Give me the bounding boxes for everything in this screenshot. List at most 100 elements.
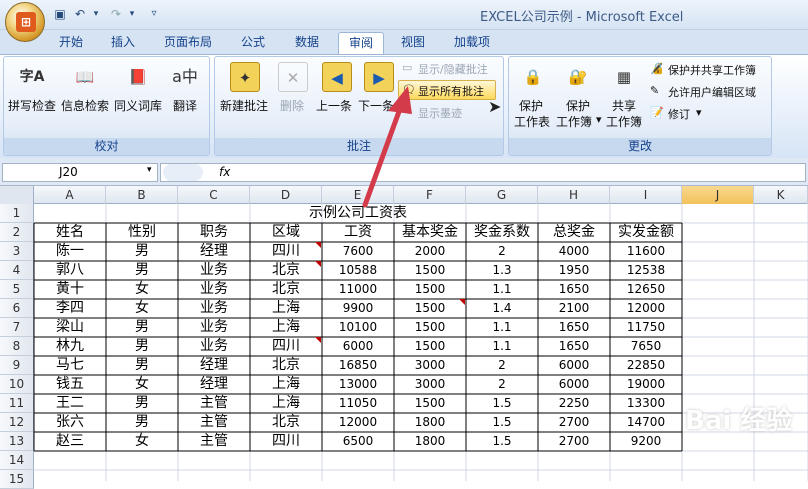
table-cell[interactable]: 梁山 [34,318,106,337]
table-cell[interactable]: 陈一 [34,242,106,261]
table-cell[interactable]: 1.5 [466,413,538,432]
table-cell[interactable]: 19000 [610,375,682,394]
comment-marker[interactable] [315,261,321,267]
table-cell[interactable]: 3000 [394,375,466,394]
table-cell[interactable]: 业务 [178,318,250,337]
table-cell[interactable]: 10588 [322,261,394,280]
table-cell[interactable]: 主管 [178,432,250,451]
table-cell[interactable]: 经理 [178,242,250,261]
table-cell[interactable]: 2 [466,242,538,261]
table-cell[interactable]: 北京 [250,280,322,299]
table-header-cell[interactable]: 基本奖金 [394,223,466,242]
table-header-cell[interactable]: 奖金系数 [466,223,538,242]
table-cell[interactable]: 男 [106,337,178,356]
table-cell[interactable]: 1800 [394,413,466,432]
table-cell[interactable]: 2 [466,356,538,375]
table-cell[interactable]: 1650 [538,318,610,337]
table-cell[interactable]: 经理 [178,375,250,394]
table-header-cell[interactable]: 实发金额 [610,223,682,242]
table-cell[interactable]: 林九 [34,337,106,356]
office-button[interactable]: ⊞ [5,2,45,42]
table-cell[interactable]: 12000 [322,413,394,432]
table-cell[interactable]: 1500 [394,261,466,280]
table-cell[interactable]: 6000 [538,375,610,394]
table-cell[interactable]: 16850 [322,356,394,375]
table-cell[interactable]: 四川 [250,432,322,451]
table-cell[interactable]: 上海 [250,318,322,337]
table-header-cell[interactable]: 性别 [106,223,178,242]
table-cell[interactable]: 主管 [178,394,250,413]
table-cell[interactable]: 6000 [322,337,394,356]
table-cell[interactable]: 女 [106,375,178,394]
table-cell[interactable]: 李四 [34,299,106,318]
table-cell[interactable]: 1.1 [466,337,538,356]
table-header-cell[interactable]: 总奖金 [538,223,610,242]
table-cell[interactable]: 1500 [394,337,466,356]
table-cell[interactable]: 1800 [394,432,466,451]
table-cell[interactable]: 1950 [538,261,610,280]
table-cell[interactable]: 1.1 [466,280,538,299]
table-cell[interactable]: 1500 [394,394,466,413]
table-cell[interactable]: 12538 [610,261,682,280]
table-cell[interactable]: 11750 [610,318,682,337]
table-cell[interactable]: 上海 [250,375,322,394]
table-header-cell[interactable]: 区域 [250,223,322,242]
table-cell[interactable]: 北京 [250,356,322,375]
table-cell[interactable]: 12650 [610,280,682,299]
table-cell[interactable]: 12000 [610,299,682,318]
table-cell[interactable]: 1.5 [466,394,538,413]
table-cell[interactable]: 9200 [610,432,682,451]
table-cell[interactable]: 10100 [322,318,394,337]
table-header-cell[interactable]: 职务 [178,223,250,242]
table-cell[interactable]: 2700 [538,432,610,451]
table-header-cell[interactable]: 工资 [322,223,394,242]
table-cell[interactable]: 3000 [394,356,466,375]
sheet-title[interactable]: 示例公司工资表 [34,204,682,223]
table-cell[interactable]: 2100 [538,299,610,318]
table-cell[interactable]: 上海 [250,299,322,318]
table-cell[interactable]: 7600 [322,242,394,261]
table-cell[interactable]: 男 [106,413,178,432]
table-cell[interactable]: 业务 [178,299,250,318]
table-cell[interactable]: 9900 [322,299,394,318]
table-cell[interactable]: 赵三 [34,432,106,451]
table-cell[interactable]: 2 [466,375,538,394]
table-cell[interactable]: 女 [106,280,178,299]
table-cell[interactable]: 22850 [610,356,682,375]
table-cell[interactable]: 11050 [322,394,394,413]
table-cell[interactable]: 上海 [250,394,322,413]
table-cell[interactable]: 6000 [538,356,610,375]
table-cell[interactable]: 男 [106,318,178,337]
table-cell[interactable]: 北京 [250,413,322,432]
table-cell[interactable]: 郭八 [34,261,106,280]
table-cell[interactable]: 业务 [178,337,250,356]
table-cell[interactable]: 13300 [610,394,682,413]
table-cell[interactable]: 2000 [394,242,466,261]
table-cell[interactable]: 11600 [610,242,682,261]
table-cell[interactable]: 11000 [322,280,394,299]
table-cell[interactable]: 经理 [178,356,250,375]
table-cell[interactable]: 男 [106,242,178,261]
table-cell[interactable]: 6500 [322,432,394,451]
table-cell[interactable]: 马七 [34,356,106,375]
table-cell[interactable]: 业务 [178,261,250,280]
table-cell[interactable]: 1.4 [466,299,538,318]
table-cell[interactable]: 1500 [394,318,466,337]
table-cell[interactable]: 男 [106,356,178,375]
table-cell[interactable]: 14700 [610,413,682,432]
table-cell[interactable]: 2250 [538,394,610,413]
table-cell[interactable]: 1500 [394,299,466,318]
table-cell[interactable]: 女 [106,299,178,318]
table-cell[interactable]: 1500 [394,280,466,299]
table-cell[interactable]: 4000 [538,242,610,261]
table-cell[interactable]: 钱五 [34,375,106,394]
table-cell[interactable]: 四川 [250,337,322,356]
table-cell[interactable]: 男 [106,261,178,280]
table-cell[interactable]: 女 [106,432,178,451]
table-cell[interactable]: 7650 [610,337,682,356]
table-cell[interactable]: 王二 [34,394,106,413]
table-cell[interactable]: 北京 [250,261,322,280]
table-cell[interactable]: 主管 [178,413,250,432]
table-cell[interactable]: 1650 [538,280,610,299]
table-cell[interactable]: 1650 [538,337,610,356]
